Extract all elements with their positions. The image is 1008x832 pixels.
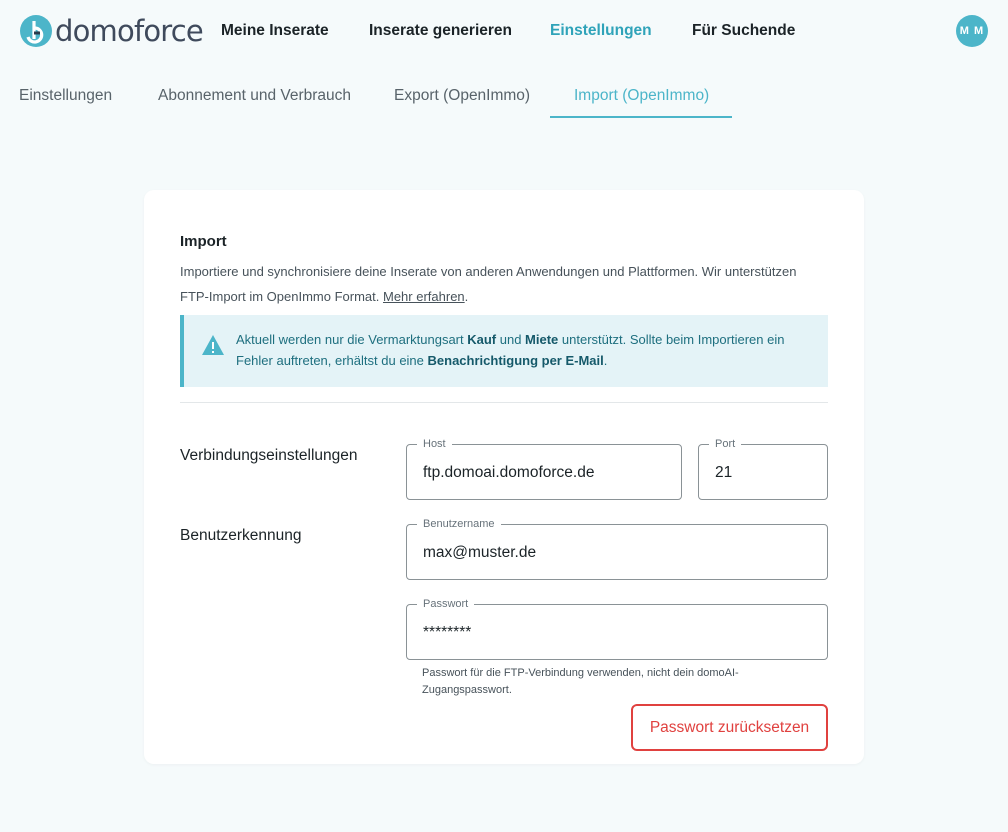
learn-more-link[interactable]: Mehr erfahren bbox=[383, 289, 465, 304]
connection-settings-label: Verbindungseinstellungen bbox=[180, 447, 358, 464]
nav-item-fuer-suchende[interactable]: Für Suchende bbox=[692, 22, 795, 40]
port-label: Port bbox=[709, 437, 742, 451]
tab-abonnement[interactable]: Abonnement und Verbrauch bbox=[158, 87, 351, 105]
domoforce-logo-icon bbox=[20, 15, 52, 47]
tab-export-openimmo[interactable]: Export (OpenImmo) bbox=[394, 87, 530, 105]
nav-item-meine-inserate[interactable]: Meine Inserate bbox=[221, 22, 329, 40]
section-description: Importiere und synchronisiere deine Inse… bbox=[180, 264, 797, 304]
section-title: Import bbox=[180, 233, 227, 250]
host-field[interactable]: Host bbox=[406, 437, 682, 500]
reset-password-button[interactable]: Passwort zurücksetzen bbox=[631, 704, 828, 751]
host-label: Host bbox=[417, 437, 452, 451]
description-text: Importiere und synchronisiere deine Inse… bbox=[180, 264, 797, 304]
section-divider bbox=[180, 402, 828, 403]
alert-notification: Benachrichtigung per E-Mail bbox=[427, 352, 604, 368]
top-navigation: domoforce Meine Inserate Inserate generi… bbox=[0, 0, 1008, 62]
host-input[interactable] bbox=[423, 462, 671, 484]
username-label: Benutzername bbox=[417, 517, 501, 531]
alert-message: Aktuell werden nur die Vermarktungsart K… bbox=[236, 332, 785, 368]
password-helper-text: Passwort für die FTP-Verbindung verwende… bbox=[422, 667, 739, 696]
username-input[interactable] bbox=[423, 542, 817, 564]
import-settings-card: Import Importiere und synchronisiere dei… bbox=[144, 190, 864, 764]
nav-item-einstellungen[interactable]: Einstellungen bbox=[550, 22, 652, 40]
warning-icon bbox=[202, 335, 224, 355]
brand-logo[interactable]: domoforce bbox=[20, 14, 204, 48]
active-tab-indicator bbox=[550, 116, 732, 118]
port-field[interactable]: Port bbox=[698, 437, 828, 500]
info-alert: Aktuell werden nur die Vermarktungsart K… bbox=[180, 315, 828, 387]
credentials-label: Benutzerkennung bbox=[180, 527, 302, 544]
alert-miete: Miete bbox=[525, 332, 559, 347]
user-avatar[interactable]: M M bbox=[956, 15, 988, 47]
nav-item-inserate-generieren[interactable]: Inserate generieren bbox=[369, 22, 512, 40]
tab-einstellungen[interactable]: Einstellungen bbox=[19, 87, 112, 105]
alert-kauf: Kauf bbox=[467, 332, 497, 347]
password-input[interactable] bbox=[423, 622, 817, 644]
password-field[interactable]: Passwort bbox=[406, 597, 828, 660]
tab-import-openimmo[interactable]: Import (OpenImmo) bbox=[574, 87, 709, 105]
port-input[interactable] bbox=[715, 462, 817, 484]
password-label: Passwort bbox=[417, 597, 475, 611]
brand-name: domoforce bbox=[55, 14, 204, 48]
username-field[interactable]: Benutzername bbox=[406, 517, 828, 580]
